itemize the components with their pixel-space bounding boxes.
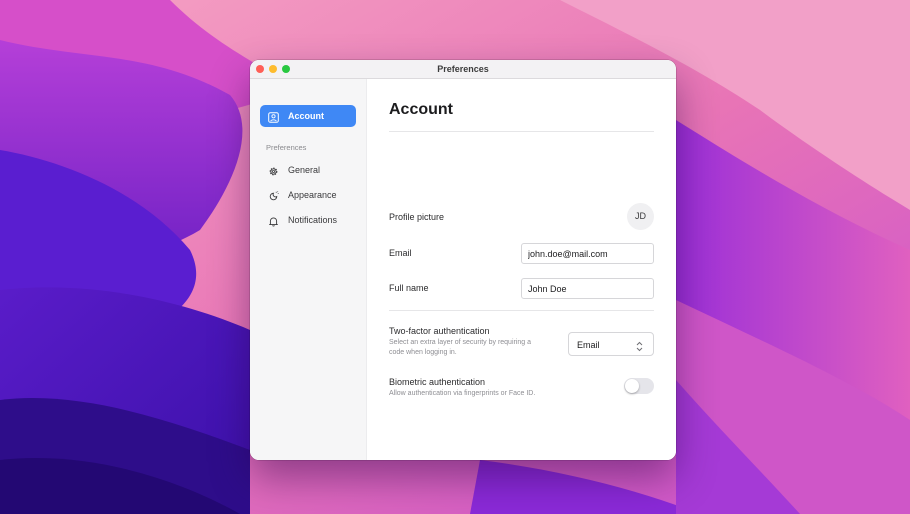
account-icon xyxy=(268,110,279,128)
page-title: Account xyxy=(389,101,453,118)
window-title: Preferences xyxy=(437,64,489,74)
title-bar: Preferences xyxy=(250,60,676,79)
sidebar-item-notifications[interactable]: Notifications xyxy=(260,210,356,230)
profile-picture-label: Profile picture xyxy=(389,212,445,222)
two-factor-description: Select an extra layer of security by req… xyxy=(389,339,532,356)
select-value: Email xyxy=(577,340,600,350)
sidebar-item-general[interactable]: General xyxy=(260,160,356,180)
full-name-label: Full name xyxy=(389,283,429,293)
two-factor-method-select[interactable]: Email xyxy=(568,332,654,356)
divider xyxy=(389,131,654,132)
toggle-knob xyxy=(625,379,639,393)
full-name-field[interactable] xyxy=(521,278,654,299)
two-factor-label: Two-factor authentication xyxy=(389,326,490,336)
divider xyxy=(389,310,654,311)
up-down-chevron-icon xyxy=(636,339,643,357)
sidebar-item-label: Account xyxy=(288,111,324,121)
sidebar-item-appearance[interactable]: Appearance xyxy=(260,185,356,205)
preferences-window: Preferences Account Preferences General … xyxy=(250,60,676,460)
sidebar: Account Preferences General Appearance N… xyxy=(250,79,367,460)
sidebar-section-label: Preferences xyxy=(266,143,307,152)
sidebar-item-label: General xyxy=(288,165,321,175)
sidebar-item-account[interactable]: Account xyxy=(260,105,356,127)
gear-icon xyxy=(268,164,279,182)
sidebar-item-label: Appearance xyxy=(288,190,337,200)
email-field[interactable] xyxy=(521,243,654,264)
sidebar-item-label: Notifications xyxy=(288,215,338,225)
bell-icon xyxy=(268,214,279,232)
biometric-description: Allow authentication via fingerprints or… xyxy=(389,390,536,397)
biometric-label: Biometric authentication xyxy=(389,377,486,387)
account-panel: Account Profile picture JD Email Full na… xyxy=(367,79,676,460)
avatar[interactable]: JD xyxy=(627,203,654,230)
appearance-icon xyxy=(268,189,279,207)
email-label: Email xyxy=(389,248,412,258)
biometric-toggle[interactable] xyxy=(624,378,654,394)
